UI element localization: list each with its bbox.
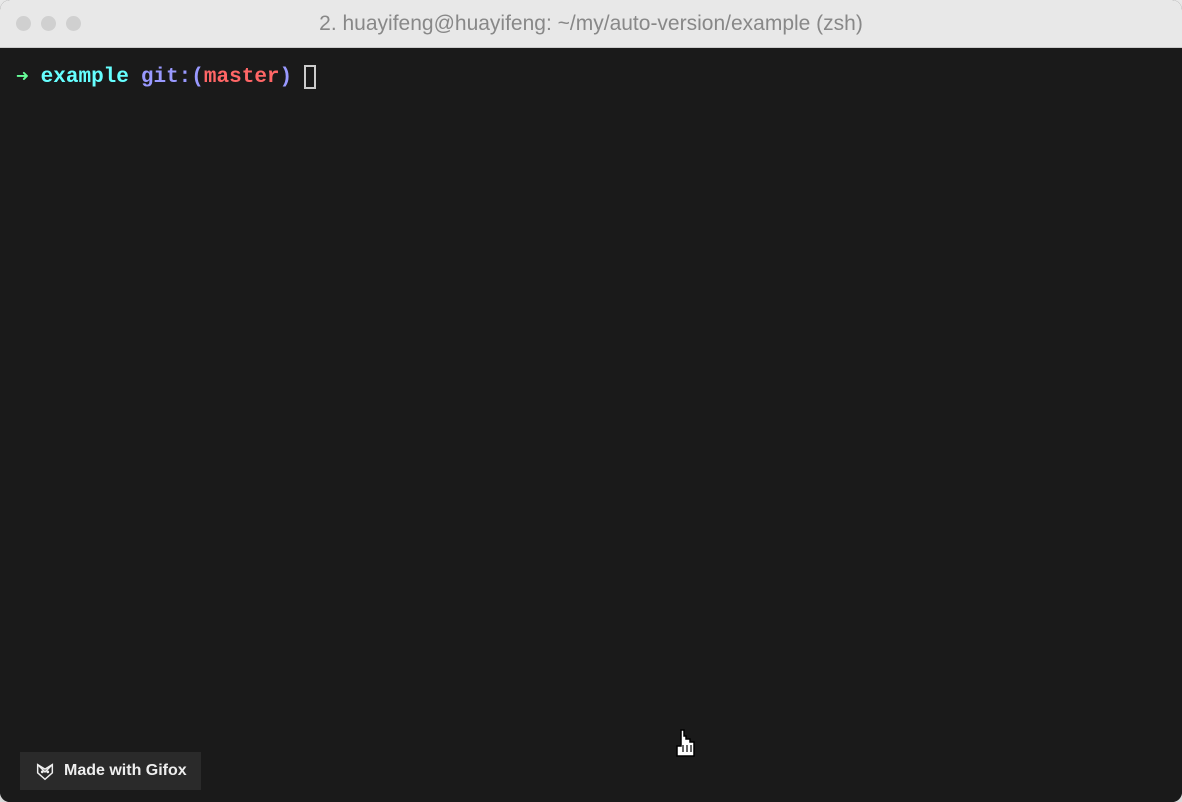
- window-titlebar[interactable]: 2. huayifeng@huayifeng: ~/my/auto-versio…: [0, 0, 1182, 48]
- gifox-logo-icon: [34, 760, 56, 782]
- terminal-window: 2. huayifeng@huayifeng: ~/my/auto-versio…: [0, 0, 1182, 802]
- prompt-git-branch: master: [204, 66, 280, 89]
- watermark-text: Made with Gifox: [64, 762, 187, 780]
- window-title: 2. huayifeng@huayifeng: ~/my/auto-versio…: [319, 12, 863, 36]
- prompt-directory: example: [41, 66, 129, 89]
- shell-prompt: ➜ example git: ( master ): [16, 64, 1166, 90]
- watermark-brand: Gifox: [146, 762, 187, 779]
- prompt-paren-close: ): [280, 66, 293, 89]
- prompt-git-label: git:: [141, 66, 191, 89]
- maximize-button[interactable]: [66, 16, 81, 31]
- terminal-body[interactable]: ➜ example git: ( master ) Made with Gifo…: [0, 48, 1182, 802]
- minimize-button[interactable]: [41, 16, 56, 31]
- terminal-cursor: [304, 65, 316, 89]
- traffic-lights: [0, 16, 81, 31]
- prompt-arrow-icon: ➜: [16, 64, 29, 90]
- close-button[interactable]: [16, 16, 31, 31]
- watermark-prefix: Made with: [64, 762, 146, 779]
- prompt-paren-open: (: [191, 66, 204, 89]
- pointer-cursor-icon: [672, 728, 700, 760]
- gifox-watermark: Made with Gifox: [20, 752, 201, 790]
